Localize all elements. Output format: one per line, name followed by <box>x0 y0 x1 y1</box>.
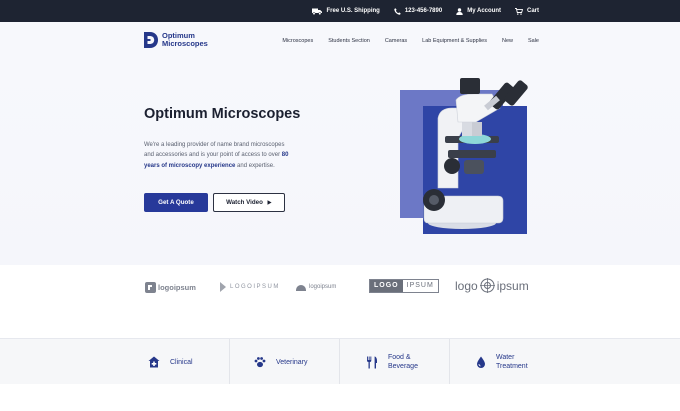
site-logo[interactable]: Optimum Microscopes <box>144 32 208 48</box>
get-a-quote-button[interactable]: Get A Quote <box>144 193 208 212</box>
category-water-line-2: Treatment <box>496 363 528 370</box>
category-clinical[interactable]: Clinical <box>148 339 193 385</box>
watch-video-button[interactable]: Watch Video <box>213 193 285 212</box>
category-water-line-1: Water <box>496 354 515 361</box>
partner-logo-5: logo ipsum <box>455 278 529 293</box>
logo-dome-icon <box>296 285 306 291</box>
shipping-label: Free U.S. Shipping <box>326 8 380 14</box>
nav-new[interactable]: New <box>502 38 513 44</box>
category-food-beverage[interactable]: Food & Beverage <box>366 339 418 385</box>
hero-description: We're a leading provider of name brand m… <box>144 140 294 171</box>
partner-logo-2-text-b: IPSUM <box>253 284 280 290</box>
category-food-line-1: Food & <box>388 354 411 361</box>
microscope-icon <box>400 78 528 234</box>
nav-microscopes[interactable]: Microscopes <box>282 38 313 44</box>
nav-students-section[interactable]: Students Section <box>328 38 370 44</box>
partner-logo-4-text-a: LOGO <box>370 280 403 292</box>
play-icon <box>267 200 272 205</box>
nav-cameras[interactable]: Cameras <box>385 38 407 44</box>
category-veterinary-label: Veterinary <box>276 358 308 366</box>
main-nav: Microscopes Students Section Cameras Lab… <box>282 38 539 44</box>
user-icon <box>456 7 463 15</box>
hero-image <box>400 78 540 238</box>
free-shipping-link[interactable]: Free U.S. Shipping <box>312 8 380 15</box>
hospital-icon <box>148 356 160 368</box>
category-food-line-2: Beverage <box>388 363 418 370</box>
partner-logo-2: LOGO IPSUM <box>220 282 280 292</box>
logo-chevron-icon <box>220 282 226 292</box>
category-divider <box>229 339 230 385</box>
category-bar: Clinical Veterinary Food & Beverage Wate… <box>0 338 680 385</box>
cart-link[interactable]: Cart <box>514 7 539 15</box>
category-water-treatment[interactable]: Water Treatment <box>476 339 528 385</box>
partner-logos: logoipsum LOGO IPSUM logoipsum LOGO IPSU… <box>0 265 680 338</box>
category-divider <box>449 339 450 385</box>
account-label: My Account <box>467 8 501 14</box>
partner-logo-5-text-a: logo <box>455 278 478 293</box>
my-account-link[interactable]: My Account <box>456 7 501 15</box>
site-header: Optimum Microscopes Microscopes Students… <box>0 22 680 60</box>
partner-logo-4: LOGO IPSUM <box>369 279 439 293</box>
nav-lab-equipment[interactable]: Lab Equipment & Supplies <box>422 38 487 44</box>
hero-desc-part-2: and expertise. <box>235 162 275 169</box>
category-divider <box>339 339 340 385</box>
cart-icon <box>514 7 523 15</box>
watch-video-label: Watch Video <box>226 199 263 206</box>
water-drop-icon <box>477 356 485 368</box>
hero-section: Optimum Microscopes We're a leading prov… <box>0 60 680 265</box>
partner-logo-4-text-b: IPSUM <box>406 282 434 289</box>
nav-sale[interactable]: Sale <box>528 38 539 44</box>
logo-mark-icon <box>144 32 158 48</box>
logo-square-icon <box>145 282 156 293</box>
partner-logo-1: logoipsum <box>145 282 196 293</box>
page-footer-space <box>0 384 680 411</box>
top-bar: Free U.S. Shipping 123-456-7890 My Accou… <box>0 0 680 22</box>
hero-title: Optimum Microscopes <box>144 106 301 122</box>
phone-icon <box>394 7 401 15</box>
paw-icon <box>254 357 266 368</box>
utensils-icon <box>367 356 377 368</box>
phone-link[interactable]: 123-456-7890 <box>394 7 443 15</box>
cart-label: Cart <box>526 8 539 14</box>
partner-logo-3: logoipsum <box>296 282 336 291</box>
logo-crosshair-icon <box>479 278 495 293</box>
phone-number: 123-456-7890 <box>404 8 443 14</box>
partner-logo-1-text: logoipsum <box>158 283 196 292</box>
truck-icon <box>312 8 323 15</box>
category-veterinary[interactable]: Veterinary <box>254 339 308 385</box>
partner-logo-3-text: logoipsum <box>309 283 337 290</box>
partner-logo-2-text-a: LOGO <box>230 284 254 290</box>
partner-logo-5-text-b: ipsum <box>496 278 529 293</box>
logo-line-2: Microscopes <box>162 39 208 48</box>
category-clinical-label: Clinical <box>170 358 193 366</box>
hero-desc-part-1: We're a leading provider of name brand m… <box>144 142 285 159</box>
